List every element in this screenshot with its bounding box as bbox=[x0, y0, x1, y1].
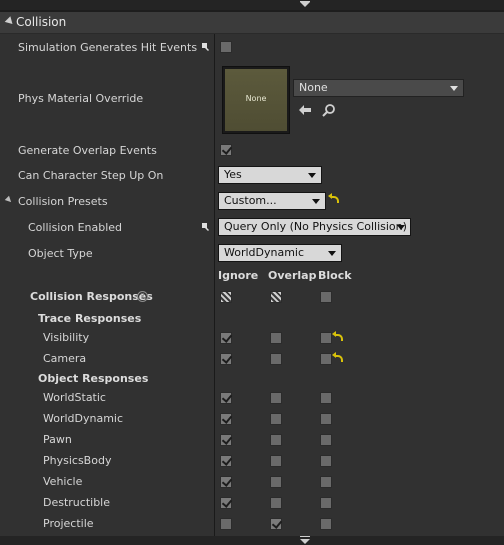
physicsbody-block-checkbox[interactable] bbox=[320, 455, 332, 467]
chevron-down-icon bbox=[328, 251, 336, 256]
generate-overlap-events-checkbox[interactable] bbox=[220, 144, 232, 156]
can-character-step-up-on-dropdown[interactable]: Yes bbox=[218, 166, 322, 184]
object-type-label: Object Type bbox=[28, 247, 93, 260]
trace-row-label: Visibility bbox=[43, 331, 90, 344]
simulation-hit-events-checkbox[interactable] bbox=[220, 41, 232, 53]
advanced-pin-icon[interactable] bbox=[200, 222, 210, 232]
expand-arrow-icon[interactable] bbox=[300, 539, 310, 544]
pawn-overlap-checkbox[interactable] bbox=[270, 434, 282, 446]
reset-to-default-icon[interactable] bbox=[332, 352, 343, 362]
thumbnail-none-label: None bbox=[245, 94, 267, 103]
block-column-header: Block bbox=[318, 269, 352, 282]
collision-presets-label: Collision Presets bbox=[18, 195, 108, 208]
worldstatic-ignore-checkbox[interactable] bbox=[220, 392, 232, 404]
pawn-block-checkbox[interactable] bbox=[320, 434, 332, 446]
expand-triangle-icon[interactable] bbox=[4, 16, 16, 27]
collision-enabled-dropdown[interactable]: Query Only (No Physics Collision) bbox=[218, 218, 411, 236]
projectile-block-checkbox[interactable] bbox=[320, 518, 332, 530]
collision-presets-dropdown[interactable]: Custom... bbox=[218, 192, 326, 210]
chevron-down-icon bbox=[312, 199, 320, 204]
worlddynamic-overlap-checkbox[interactable] bbox=[270, 413, 282, 425]
ignore-column-header: Ignore bbox=[218, 269, 259, 282]
worldstatic-block-checkbox[interactable] bbox=[320, 392, 332, 404]
worldstatic-overlap-checkbox[interactable] bbox=[270, 392, 282, 404]
trace-responses-label: Trace Responses bbox=[38, 312, 142, 325]
collision-presets-value: Custom... bbox=[224, 194, 277, 207]
phys-material-dropdown[interactable]: None bbox=[293, 79, 464, 97]
simulation-hit-events-label: Simulation Generates Hit Events bbox=[18, 41, 198, 54]
camera-ignore-checkbox[interactable] bbox=[220, 353, 232, 365]
physicsbody-ignore-checkbox[interactable] bbox=[220, 455, 232, 467]
reset-to-default-icon[interactable] bbox=[332, 331, 343, 341]
collapse-arrow-icon[interactable] bbox=[300, 2, 310, 7]
object-type-dropdown[interactable]: WorldDynamic bbox=[218, 244, 342, 262]
vehicle-overlap-checkbox[interactable] bbox=[270, 476, 282, 488]
overlap-column-header: Overlap bbox=[268, 269, 317, 282]
destructible-block-checkbox[interactable] bbox=[320, 497, 332, 509]
reset-to-default-icon[interactable] bbox=[328, 193, 339, 203]
phys-material-override-label: Phys Material Override bbox=[18, 92, 144, 105]
visibility-ignore-checkbox[interactable] bbox=[220, 332, 232, 344]
object-row-label: Projectile bbox=[43, 517, 94, 530]
visibility-overlap-checkbox[interactable] bbox=[270, 332, 282, 344]
use-selected-arrow-icon[interactable] bbox=[298, 104, 312, 116]
object-row-label: WorldStatic bbox=[43, 391, 106, 404]
collision-responses-ignore-all-checkbox[interactable] bbox=[220, 291, 232, 303]
vehicle-ignore-checkbox[interactable] bbox=[220, 476, 232, 488]
projectile-overlap-checkbox[interactable] bbox=[270, 518, 282, 530]
phys-material-thumbnail[interactable]: None bbox=[222, 66, 290, 134]
object-row-label: PhysicsBody bbox=[43, 454, 112, 467]
collision-enabled-label: Collision Enabled bbox=[28, 221, 123, 234]
object-row-label: WorldDynamic bbox=[43, 412, 124, 425]
collision-responses-overlap-all-checkbox[interactable] bbox=[270, 291, 282, 303]
generate-overlap-events-label: Generate Overlap Events bbox=[18, 144, 157, 157]
top-splitter[interactable] bbox=[0, 0, 504, 10]
object-row-label: Destructible bbox=[43, 496, 110, 509]
collision-section-header[interactable]: Collision bbox=[0, 12, 504, 34]
phys-material-value: None bbox=[299, 81, 328, 94]
advanced-pin-icon[interactable] bbox=[200, 42, 210, 52]
chevron-down-icon bbox=[450, 86, 458, 91]
trace-row-label: Camera bbox=[43, 352, 87, 365]
column-divider[interactable] bbox=[214, 34, 215, 536]
object-row-label: Pawn bbox=[43, 433, 72, 446]
destructible-ignore-checkbox[interactable] bbox=[220, 497, 232, 509]
worlddynamic-block-checkbox[interactable] bbox=[320, 413, 332, 425]
chevron-down-icon bbox=[397, 225, 405, 230]
vehicle-block-checkbox[interactable] bbox=[320, 476, 332, 488]
object-type-value: WorldDynamic bbox=[224, 246, 305, 259]
help-icon[interactable]: ? bbox=[137, 291, 148, 302]
worlddynamic-ignore-checkbox[interactable] bbox=[220, 413, 232, 425]
bottom-splitter[interactable] bbox=[0, 536, 504, 545]
object-responses-label: Object Responses bbox=[38, 372, 149, 385]
destructible-overlap-checkbox[interactable] bbox=[270, 497, 282, 509]
browse-search-icon[interactable] bbox=[322, 103, 336, 117]
camera-block-checkbox[interactable] bbox=[320, 353, 332, 365]
collision-enabled-value: Query Only (No Physics Collision) bbox=[224, 220, 407, 233]
object-row-label: Vehicle bbox=[43, 475, 83, 488]
collision-responses-block-all-checkbox[interactable] bbox=[320, 291, 332, 303]
physicsbody-overlap-checkbox[interactable] bbox=[270, 455, 282, 467]
can-character-step-up-on-label: Can Character Step Up On bbox=[18, 169, 164, 182]
step-up-on-value: Yes bbox=[224, 168, 242, 181]
section-title: Collision bbox=[16, 15, 67, 29]
camera-overlap-checkbox[interactable] bbox=[270, 353, 282, 365]
visibility-block-checkbox[interactable] bbox=[320, 332, 332, 344]
pawn-ignore-checkbox[interactable] bbox=[220, 434, 232, 446]
chevron-down-icon bbox=[308, 173, 316, 178]
projectile-ignore-checkbox[interactable] bbox=[220, 518, 232, 530]
collision-responses-label: Collision Responses bbox=[30, 290, 153, 303]
